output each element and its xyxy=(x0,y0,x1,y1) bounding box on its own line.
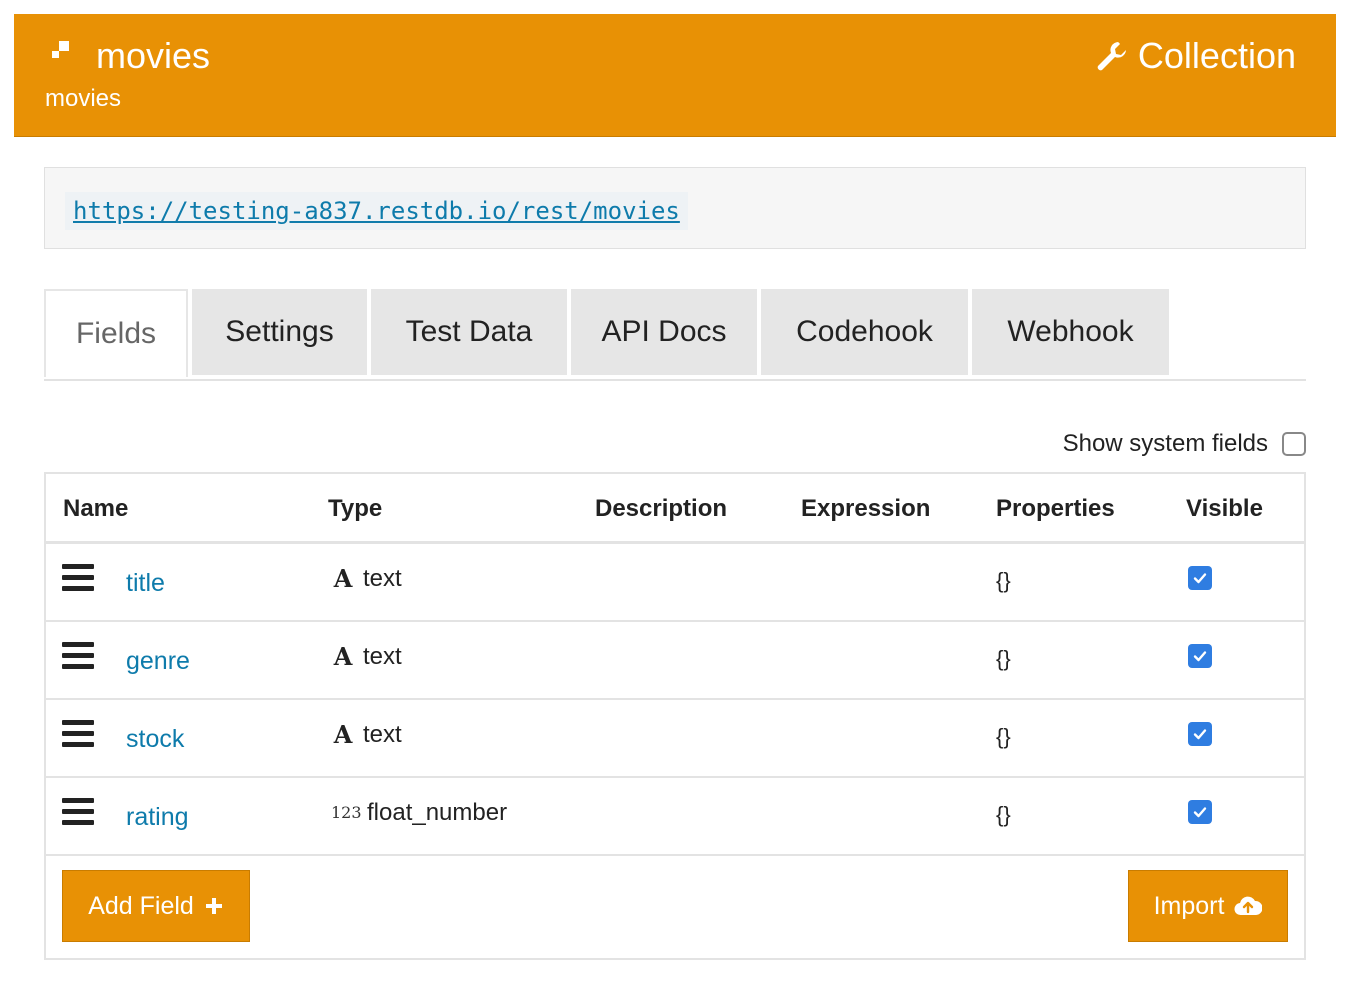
field-type-label: text xyxy=(363,721,402,748)
tab-bar: Fields Settings Test Data API Docs Codeh… xyxy=(44,289,1306,381)
api-url-link[interactable]: https://testing-a837.restdb.io/rest/movi… xyxy=(65,192,688,230)
text-type-icon: A xyxy=(333,564,353,593)
column-header-name: Name xyxy=(63,495,129,522)
collection-settings-link[interactable]: Collection xyxy=(1094,34,1296,78)
tab-test-data[interactable]: Test Data xyxy=(371,289,567,375)
collection-label: Collection xyxy=(1137,35,1296,76)
visible-checkbox[interactable] xyxy=(1188,722,1212,746)
import-button[interactable]: Import xyxy=(1128,870,1288,942)
field-name-link[interactable]: stock xyxy=(126,724,184,754)
checkmark-icon xyxy=(1193,729,1207,740)
table-row: rating 123 float_number {} xyxy=(46,778,1304,856)
number-type-icon: 123 xyxy=(331,803,362,822)
add-field-label: Add Field xyxy=(88,891,194,920)
cloud-upload-icon xyxy=(1234,896,1263,916)
checkmark-icon xyxy=(1193,807,1207,818)
checkmark-icon xyxy=(1193,651,1207,662)
field-type: 123 float_number xyxy=(331,798,507,828)
field-name-link[interactable]: genre xyxy=(126,646,190,676)
field-type-label: float_number xyxy=(367,799,508,826)
field-name-link[interactable]: rating xyxy=(126,802,189,832)
collection-subtitle: movies xyxy=(45,85,122,112)
table-row: title A text {} xyxy=(46,544,1304,622)
column-header-properties: Properties xyxy=(996,495,1115,522)
table-row: genre A text {} xyxy=(46,622,1304,700)
add-field-button[interactable]: Add Field xyxy=(62,870,250,942)
import-label: Import xyxy=(1153,891,1225,920)
field-name-link[interactable]: title xyxy=(126,568,165,598)
field-type-label: text xyxy=(363,565,402,592)
show-system-fields-label: Show system fields xyxy=(1062,430,1268,457)
field-properties[interactable]: {} xyxy=(996,644,1011,674)
tab-webhook[interactable]: Webhook xyxy=(972,289,1169,375)
wrench-icon xyxy=(1097,42,1126,71)
column-header-type: Type xyxy=(328,495,383,522)
show-system-fields: Show system fields xyxy=(1063,430,1306,458)
visible-checkbox[interactable] xyxy=(1188,566,1212,590)
tab-api-docs[interactable]: API Docs xyxy=(571,289,757,375)
field-type: A text xyxy=(331,564,402,594)
drag-handle-icon[interactable] xyxy=(62,720,94,750)
column-header-expression: Expression xyxy=(801,495,931,522)
api-url-panel: https://testing-a837.restdb.io/rest/movi… xyxy=(44,167,1306,249)
tab-fields[interactable]: Fields xyxy=(44,289,188,377)
tab-codehook[interactable]: Codehook xyxy=(761,289,968,375)
field-type: A text xyxy=(331,642,402,672)
column-header-description: Description xyxy=(595,495,728,522)
field-type: A text xyxy=(331,720,402,750)
collection-header: movies movies Collection xyxy=(14,14,1336,137)
fields-table: Name Type Description Expression Propert… xyxy=(44,472,1306,960)
text-type-icon: A xyxy=(333,642,353,671)
collection-blocks-icon xyxy=(52,41,69,58)
tab-settings[interactable]: Settings xyxy=(192,289,367,375)
drag-handle-icon[interactable] xyxy=(62,798,94,828)
column-header-visible: Visible xyxy=(1186,495,1263,522)
field-type-label: text xyxy=(363,643,402,670)
field-properties[interactable]: {} xyxy=(996,800,1011,830)
collection-title: movies xyxy=(96,35,211,76)
field-properties[interactable]: {} xyxy=(996,566,1011,596)
drag-handle-icon[interactable] xyxy=(62,642,94,672)
show-system-fields-checkbox[interactable] xyxy=(1282,432,1306,456)
visible-checkbox[interactable] xyxy=(1188,800,1212,824)
checkmark-icon xyxy=(1193,573,1207,584)
field-properties[interactable]: {} xyxy=(996,722,1011,752)
drag-handle-icon[interactable] xyxy=(62,564,94,594)
table-header-row: Name Type Description Expression Propert… xyxy=(46,474,1304,544)
visible-checkbox[interactable] xyxy=(1188,644,1212,668)
table-row: stock A text {} xyxy=(46,700,1304,778)
plus-icon xyxy=(205,898,222,914)
text-type-icon: A xyxy=(333,720,353,749)
